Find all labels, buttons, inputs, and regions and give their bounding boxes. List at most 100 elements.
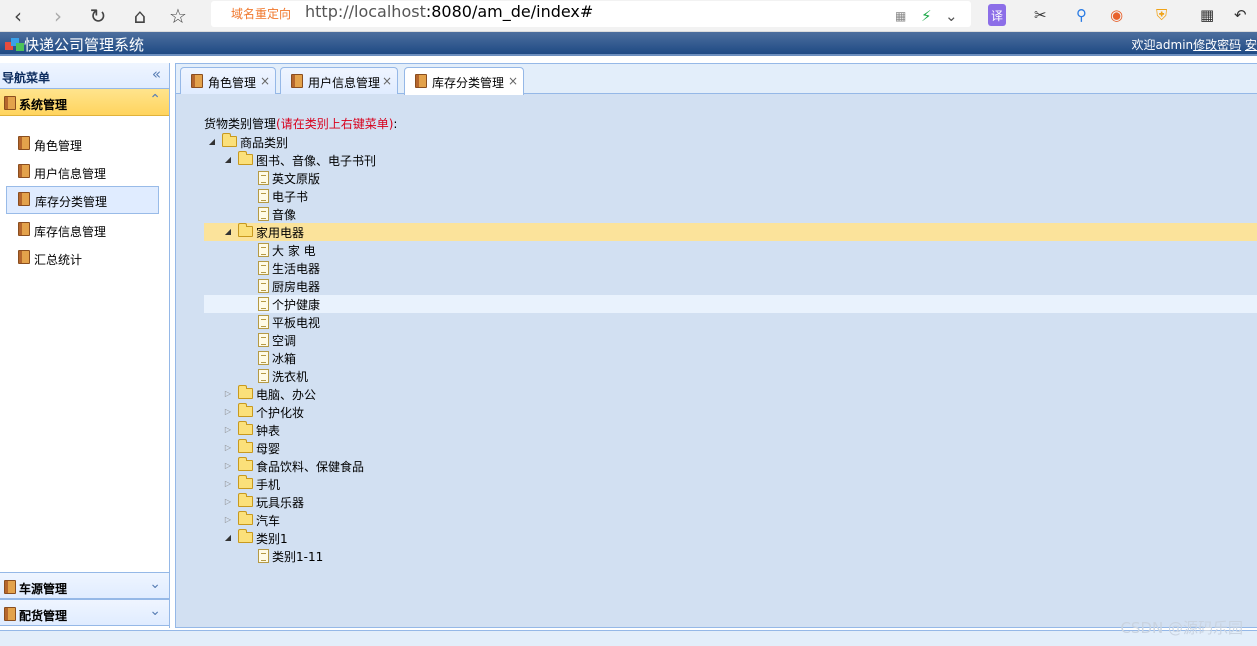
nav-group-system[interactable]: 系统管理 ⌃ <box>0 89 169 116</box>
tree-node[interactable]: ◢ 家用电器 <box>204 223 1257 241</box>
tree-node-label: 音像 <box>272 208 297 222</box>
tree-node[interactable]: 冰箱 <box>204 349 1257 367</box>
sidebar-item-stock-category[interactable]: 库存分类管理 <box>6 186 159 214</box>
chevron-up-icon[interactable]: ⌃ <box>149 92 161 108</box>
chevron-down-icon[interactable]: ⌄ <box>149 576 161 592</box>
expand-triangle-icon[interactable]: ▷ <box>222 475 234 493</box>
close-icon[interactable]: × <box>382 74 392 88</box>
chevron-down-icon[interactable]: ⌄ <box>945 5 958 27</box>
tree-node[interactable]: 电子书 <box>204 187 1257 205</box>
shield-icon[interactable]: ⛨ <box>1156 4 1167 26</box>
expand-triangle-icon[interactable]: ▷ <box>222 421 234 439</box>
folder-icon <box>238 475 253 489</box>
tree-node-label: 商品类别 <box>240 136 289 150</box>
collapse-triangle-icon[interactable]: ◢ <box>222 151 234 169</box>
tab-stock-category[interactable]: 库存分类管理 × <box>404 67 524 95</box>
sidebar-item-label: 库存信息管理 <box>34 225 107 239</box>
tab-bar: 角色管理 × 用户信息管理 × 库存分类管理 × <box>176 64 1257 95</box>
tree-node[interactable]: ▷ 汽车 <box>204 511 1257 529</box>
collapse-left-icon[interactable]: « <box>152 65 161 83</box>
header-user-area: 欢迎admin修改密码 安 <box>1132 36 1257 53</box>
tree-node-label: 生活电器 <box>272 262 321 276</box>
url-redirect-badge: 域名重定向 <box>231 7 292 21</box>
tree-node[interactable]: 大 家 电 <box>204 241 1257 259</box>
tree-node[interactable]: 个护健康 <box>204 295 1257 313</box>
book-icon <box>18 222 30 236</box>
tree-node[interactable]: ▷ 食品饮料、保健食品 <box>204 457 1257 475</box>
tab-users[interactable]: 用户信息管理 × <box>280 67 398 94</box>
tree-node[interactable]: 英文原版 <box>204 169 1257 187</box>
tree-node[interactable]: ◢ 商品类别 <box>204 133 1257 151</box>
expand-triangle-icon[interactable]: ▷ <box>222 457 234 475</box>
tree-node[interactable]: ▷ 电脑、办公 <box>204 385 1257 403</box>
expand-triangle-icon[interactable]: ▷ <box>222 493 234 511</box>
tree-node-label: 类别1-11 <box>272 550 324 564</box>
book-icon <box>4 96 16 110</box>
collapse-triangle-icon[interactable]: ◢ <box>206 133 218 151</box>
book-icon <box>191 74 203 88</box>
scissors-icon[interactable]: ✂ <box>1034 4 1047 26</box>
lightning-icon[interactable]: ⚡ <box>921 5 932 27</box>
home-icon[interactable]: ⌂ <box>126 2 154 30</box>
sidebar-item-label: 用户信息管理 <box>34 167 107 181</box>
safe-exit-link[interactable]: 安 <box>1245 38 1257 52</box>
sidebar-item-label: 库存分类管理 <box>35 195 108 209</box>
forward-arrow-icon[interactable]: › <box>44 2 72 30</box>
expand-triangle-icon[interactable]: ▷ <box>222 385 234 403</box>
tree-node-label: 类别1 <box>256 532 288 546</box>
tab-label: 库存分类管理 <box>432 76 505 90</box>
url-text[interactable]: http://localhost:8080/am_de/index# <box>305 2 593 21</box>
gamepad-icon[interactable]: ◉ <box>1110 4 1123 26</box>
undo-icon[interactable]: ↶ <box>1234 4 1247 26</box>
nav-bottom-groups: 车源管理 ⌄ 配货管理 ⌄ <box>0 572 169 626</box>
change-password-link[interactable]: 修改密码 <box>1193 38 1241 52</box>
tree-node[interactable]: ◢ 类别1 <box>204 529 1257 547</box>
sidebar-item-summary[interactable]: 汇总统计 <box>6 244 159 272</box>
sidebar-item-users[interactable]: 用户信息管理 <box>6 158 159 186</box>
tree-node[interactable]: ▷ 母婴 <box>204 439 1257 457</box>
sidebar-item-stock-info[interactable]: 库存信息管理 <box>6 216 159 244</box>
tree-node-label: 个护健康 <box>272 298 321 312</box>
expand-triangle-icon[interactable]: ▷ <box>222 511 234 529</box>
tree-node[interactable]: ▷ 个护化妆 <box>204 403 1257 421</box>
nav-header: 导航菜单 « <box>0 63 169 89</box>
tree-node[interactable]: 洗衣机 <box>204 367 1257 385</box>
folder-open-icon <box>238 151 253 165</box>
tree-node[interactable]: ▷ 钟表 <box>204 421 1257 439</box>
nav-group-distribution[interactable]: 配货管理 ⌄ <box>0 599 169 626</box>
close-icon[interactable]: × <box>260 74 270 88</box>
tree-node[interactable]: 类别1-11 <box>204 547 1257 565</box>
tree-node[interactable]: 音像 <box>204 205 1257 223</box>
tree-node[interactable]: ◢ 图书、音像、电子书刊 <box>204 151 1257 169</box>
chevron-down-icon[interactable]: ⌄ <box>149 603 161 619</box>
search-icon[interactable]: ⚲ <box>1076 4 1087 26</box>
expand-triangle-icon[interactable]: ▷ <box>222 403 234 421</box>
tab-roles[interactable]: 角色管理 × <box>180 67 276 94</box>
tree-node[interactable]: 厨房电器 <box>204 277 1257 295</box>
expand-triangle-icon[interactable]: ▷ <box>222 439 234 457</box>
tree-node[interactable]: ▷ 手机 <box>204 475 1257 493</box>
reload-icon[interactable]: ↻ <box>84 2 112 30</box>
close-icon[interactable]: × <box>508 74 518 88</box>
tree-node[interactable]: ▷ 玩具乐器 <box>204 493 1257 511</box>
nav-item-list: 角色管理 用户信息管理 库存分类管理 库存信息管理 汇总统计 <box>0 116 169 574</box>
nav-group-label: 配货管理 <box>19 609 68 623</box>
tree-node-label: 大 家 电 <box>272 244 316 258</box>
tree-node-label: 洗衣机 <box>272 370 309 384</box>
collapse-triangle-icon[interactable]: ◢ <box>222 529 234 547</box>
back-arrow-icon[interactable]: ‹ <box>4 2 32 30</box>
tree-node[interactable]: 生活电器 <box>204 259 1257 277</box>
sidebar-item-roles[interactable]: 角色管理 <box>6 130 159 158</box>
tree-node[interactable]: 空调 <box>204 331 1257 349</box>
file-icon <box>258 369 269 383</box>
collapse-triangle-icon[interactable]: ◢ <box>222 223 234 241</box>
grid-icon[interactable]: ▦ <box>1200 4 1214 26</box>
tree-node-label: 冰箱 <box>272 352 297 366</box>
translate-icon[interactable]: 译 <box>988 4 1006 26</box>
folder-icon <box>238 421 253 435</box>
address-bar[interactable]: 域名重定向 http://localhost:8080/am_de/index#… <box>211 1 971 27</box>
nav-group-vehicles[interactable]: 车源管理 ⌄ <box>0 572 169 599</box>
qr-code-icon[interactable]: ▦ <box>895 5 906 27</box>
star-icon[interactable]: ☆ <box>164 2 192 30</box>
tree-node[interactable]: 平板电视 <box>204 313 1257 331</box>
